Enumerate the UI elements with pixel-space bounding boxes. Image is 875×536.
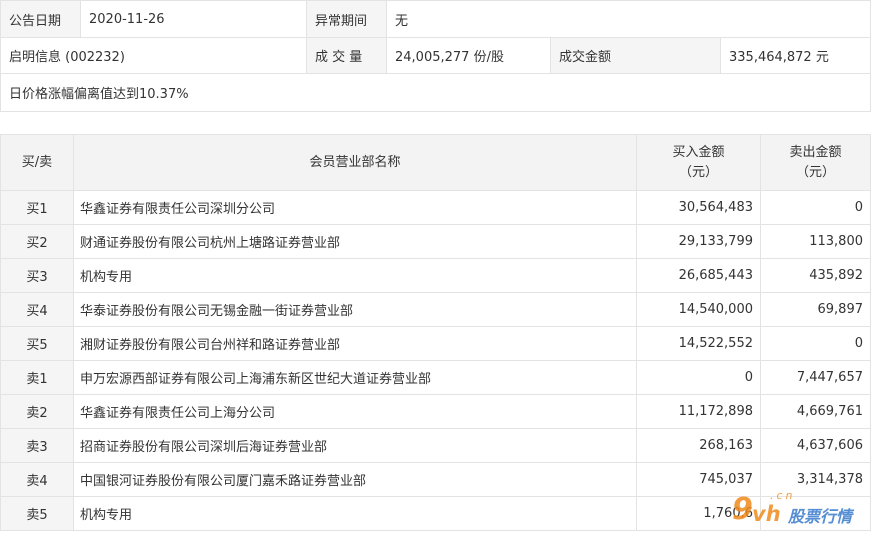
row-buy: 0 xyxy=(636,360,761,395)
period-value: 无 xyxy=(385,0,872,38)
row-broker: 机构专用 xyxy=(73,258,637,293)
row-side: 买5 xyxy=(0,326,74,361)
table-row: 买4 华泰证券股份有限公司无锡金融一街证券营业部 14,540,000 69,8… xyxy=(0,292,871,327)
row-buy: 268,163 xyxy=(636,428,761,463)
row-side: 买1 xyxy=(0,190,74,225)
row-side: 买4 xyxy=(0,292,74,327)
row-broker: 机构专用 xyxy=(73,496,637,531)
table-row: 买5 湘财证券股份有限公司台州祥和路证券营业部 14,522,552 0 xyxy=(0,326,871,361)
table-row: 买3 机构专用 26,685,443 435,892 xyxy=(0,258,871,293)
table-row: 卖5 机构专用 1,760,6 xyxy=(0,496,871,531)
row-buy: 14,540,000 xyxy=(636,292,761,327)
table-row: 买2 财通证券股份有限公司杭州上塘路证券营业部 29,133,799 113,8… xyxy=(0,224,871,259)
header-buy-amount: 买入金额 （元） xyxy=(636,134,761,191)
row-sell: 7,447,657 xyxy=(760,360,871,395)
row-side: 卖2 xyxy=(0,394,74,429)
row-sell: 0 xyxy=(760,326,871,361)
period-label: 异常期间 xyxy=(306,0,387,38)
row-broker: 华泰证券股份有限公司无锡金融一街证券营业部 xyxy=(73,292,637,327)
header-sell-amount: 卖出金额 （元） xyxy=(760,134,871,191)
reason-text: 日价格涨幅偏离值达到10.37% xyxy=(0,73,872,112)
header-sell-line1: 卖出金额 xyxy=(789,144,842,160)
row-side: 卖1 xyxy=(0,360,74,395)
table-row: 卖4 中国银河证券股份有限公司厦门嘉禾路证券营业部 745,037 3,314,… xyxy=(0,462,871,497)
date-value: 2020-11-26 xyxy=(80,0,307,38)
table-row: 卖1 申万宏源西部证券有限公司上海浦东新区世纪大道证券营业部 0 7,447,6… xyxy=(0,360,871,395)
amount-value: 335,464,872 元 xyxy=(719,37,872,74)
row-buy: 11,172,898 xyxy=(636,394,761,429)
volume-value: 24,005,277 份/股 xyxy=(386,37,551,74)
row-side: 卖5 xyxy=(0,496,74,531)
header-broker: 会员营业部名称 xyxy=(73,134,637,191)
row-sell: 3,314,378 xyxy=(760,462,871,497)
row-broker: 华鑫证券有限责任公司深圳分公司 xyxy=(73,190,637,225)
row-sell: 435,892 xyxy=(760,258,871,293)
row-side: 卖4 xyxy=(0,462,74,497)
row-broker: 财通证券股份有限公司杭州上塘路证券营业部 xyxy=(73,224,637,259)
date-label: 公告日期 xyxy=(0,0,81,38)
header-side: 买/卖 xyxy=(0,134,74,191)
row-buy: 745,037 xyxy=(636,462,761,497)
row-buy: 26,685,443 xyxy=(636,258,761,293)
row-broker: 招商证券股份有限公司深圳后海证券营业部 xyxy=(73,428,637,463)
row-sell xyxy=(760,496,871,531)
volume-label: 成 交 量 xyxy=(306,37,387,74)
row-broker: 华鑫证券有限责任公司上海分公司 xyxy=(73,394,637,429)
header-buy-line1: 买入金额 xyxy=(672,144,725,160)
table-header-row: 买/卖 会员营业部名称 买入金额 （元） 卖出金额 （元） xyxy=(0,134,871,191)
row-broker: 湘财证券股份有限公司台州祥和路证券营业部 xyxy=(73,326,637,361)
row-side: 买2 xyxy=(0,224,74,259)
row-buy: 29,133,799 xyxy=(636,224,761,259)
row-sell: 4,637,606 xyxy=(760,428,871,463)
table-row: 买1 华鑫证券有限责任公司深圳分公司 30,564,483 0 xyxy=(0,190,871,225)
row-buy: 1,760,6 xyxy=(636,496,761,531)
header-buy-line2: （元） xyxy=(678,164,718,180)
row-buy: 14,522,552 xyxy=(636,326,761,361)
row-side: 卖3 xyxy=(0,428,74,463)
row-broker: 申万宏源西部证券有限公司上海浦东新区世纪大道证券营业部 xyxy=(73,360,637,395)
stock-name: 启明信息 (002232) xyxy=(0,37,307,74)
header-sell-line2: （元） xyxy=(795,164,835,180)
announcement-info-table: 公告日期 2020-11-26 异常期间 无 启明信息 (002232) 成 交… xyxy=(0,0,872,112)
row-buy: 30,564,483 xyxy=(636,190,761,225)
row-sell: 69,897 xyxy=(760,292,871,327)
row-broker: 中国银河证券股份有限公司厦门嘉禾路证券营业部 xyxy=(73,462,637,497)
table-row: 卖2 华鑫证券有限责任公司上海分公司 11,172,898 4,669,761 xyxy=(0,394,871,429)
amount-label: 成交金额 xyxy=(550,37,721,74)
row-sell: 4,669,761 xyxy=(760,394,871,429)
row-side: 买3 xyxy=(0,258,74,293)
table-row: 卖3 招商证券股份有限公司深圳后海证券营业部 268,163 4,637,606 xyxy=(0,428,871,463)
row-sell: 0 xyxy=(760,190,871,225)
row-sell: 113,800 xyxy=(760,224,871,259)
trading-detail-table: 买/卖 会员营业部名称 买入金额 （元） 卖出金额 （元） 买1 华鑫证券有限责… xyxy=(0,134,871,531)
